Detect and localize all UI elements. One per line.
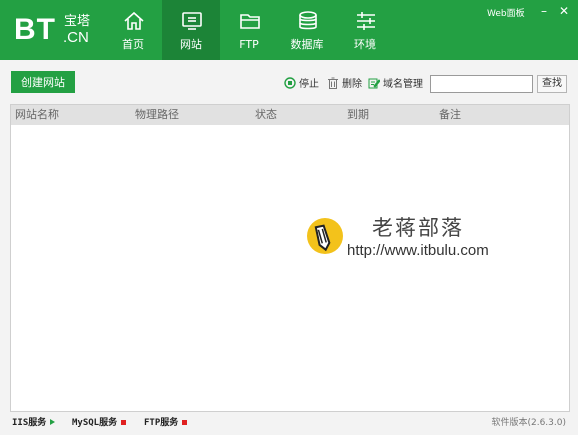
- logo-text: BT: [14, 13, 56, 46]
- toolbar: 创建网站 停止 删除 域名管理 查找: [0, 60, 578, 104]
- column-header-remarks[interactable]: 备注: [439, 105, 461, 125]
- logo-cn-bottom: .CN: [63, 29, 89, 46]
- minimize-button[interactable]: –: [536, 4, 552, 18]
- nav-label: 首页: [122, 38, 144, 51]
- logo-cn-top: 宝塔: [64, 14, 91, 29]
- sliders-icon: [357, 12, 375, 30]
- nav-label: 网站: [180, 38, 202, 51]
- delete-label: 删除: [342, 79, 362, 90]
- stop-icon: [284, 77, 296, 89]
- stopped-icon: [121, 420, 127, 425]
- create-website-button[interactable]: 创建网站: [11, 71, 75, 93]
- stop-button[interactable]: 停止: [284, 77, 319, 91]
- domain-management-button[interactable]: 域名管理: [368, 77, 423, 91]
- nav-label: 数据库: [290, 38, 324, 51]
- status-bar: IIS服务 MySQL服务 FTP服务 软件版本(2.6.3.0): [0, 412, 578, 435]
- top-bar: BT 宝塔 .CN 首页 网站 FTP 数据库 环境 Web面板 – ✕: [0, 0, 578, 60]
- column-header-path[interactable]: 物理路径: [135, 105, 179, 125]
- home-icon: [124, 11, 144, 30]
- nav-item-home[interactable]: 首页: [104, 0, 162, 60]
- watermark: 老蒋部落 http://www.itbulu.com: [306, 213, 526, 263]
- nav-item-ftp[interactable]: FTP: [220, 0, 278, 60]
- table-header: 网站名称 物理路径 状态 到期 备注: [11, 105, 569, 125]
- software-version: 软件版本(2.6.3.0): [491, 418, 566, 428]
- nav-label: FTP: [239, 38, 259, 51]
- edit-icon: [368, 78, 380, 89]
- watermark-title: 老蒋部落: [372, 216, 464, 240]
- nav-item-environment[interactable]: 环境: [336, 0, 394, 60]
- pencil-logo-icon: [307, 218, 343, 254]
- bt-logo: BT 宝塔 .CN: [14, 12, 94, 48]
- delete-button[interactable]: 删除: [327, 77, 362, 91]
- column-header-name[interactable]: 网站名称: [15, 105, 59, 125]
- close-button[interactable]: ✕: [556, 4, 572, 18]
- column-header-status[interactable]: 状态: [255, 105, 277, 125]
- service-label: FTP服务: [144, 418, 179, 428]
- iis-service-status[interactable]: IIS服务: [12, 418, 56, 429]
- search-input[interactable]: [430, 75, 533, 93]
- stopped-icon: [182, 420, 188, 425]
- mysql-service-status[interactable]: MySQL服务: [72, 418, 127, 429]
- web-panel-link[interactable]: Web面板: [487, 6, 525, 19]
- column-header-expiry[interactable]: 到期: [347, 105, 369, 125]
- stop-label: 停止: [299, 79, 319, 90]
- ftp-service-status[interactable]: FTP服务: [144, 418, 188, 429]
- service-label: IIS服务: [12, 418, 47, 428]
- monitor-icon: [182, 12, 202, 30]
- nav-label: 环境: [354, 38, 376, 51]
- domain-label: 域名管理: [383, 79, 423, 90]
- running-icon: [50, 419, 56, 425]
- nav-item-website[interactable]: 网站: [162, 0, 220, 60]
- folder-icon: [240, 14, 260, 29]
- database-icon: [299, 11, 317, 30]
- app-window: BT 宝塔 .CN 首页 网站 FTP 数据库 环境 Web面板 – ✕ 创建网…: [0, 0, 578, 435]
- nav-item-database[interactable]: 数据库: [278, 0, 336, 60]
- service-label: MySQL服务: [72, 418, 118, 428]
- watermark-url: http://www.itbulu.com: [347, 242, 489, 259]
- trash-icon: [328, 77, 338, 89]
- search-button[interactable]: 查找: [537, 75, 567, 93]
